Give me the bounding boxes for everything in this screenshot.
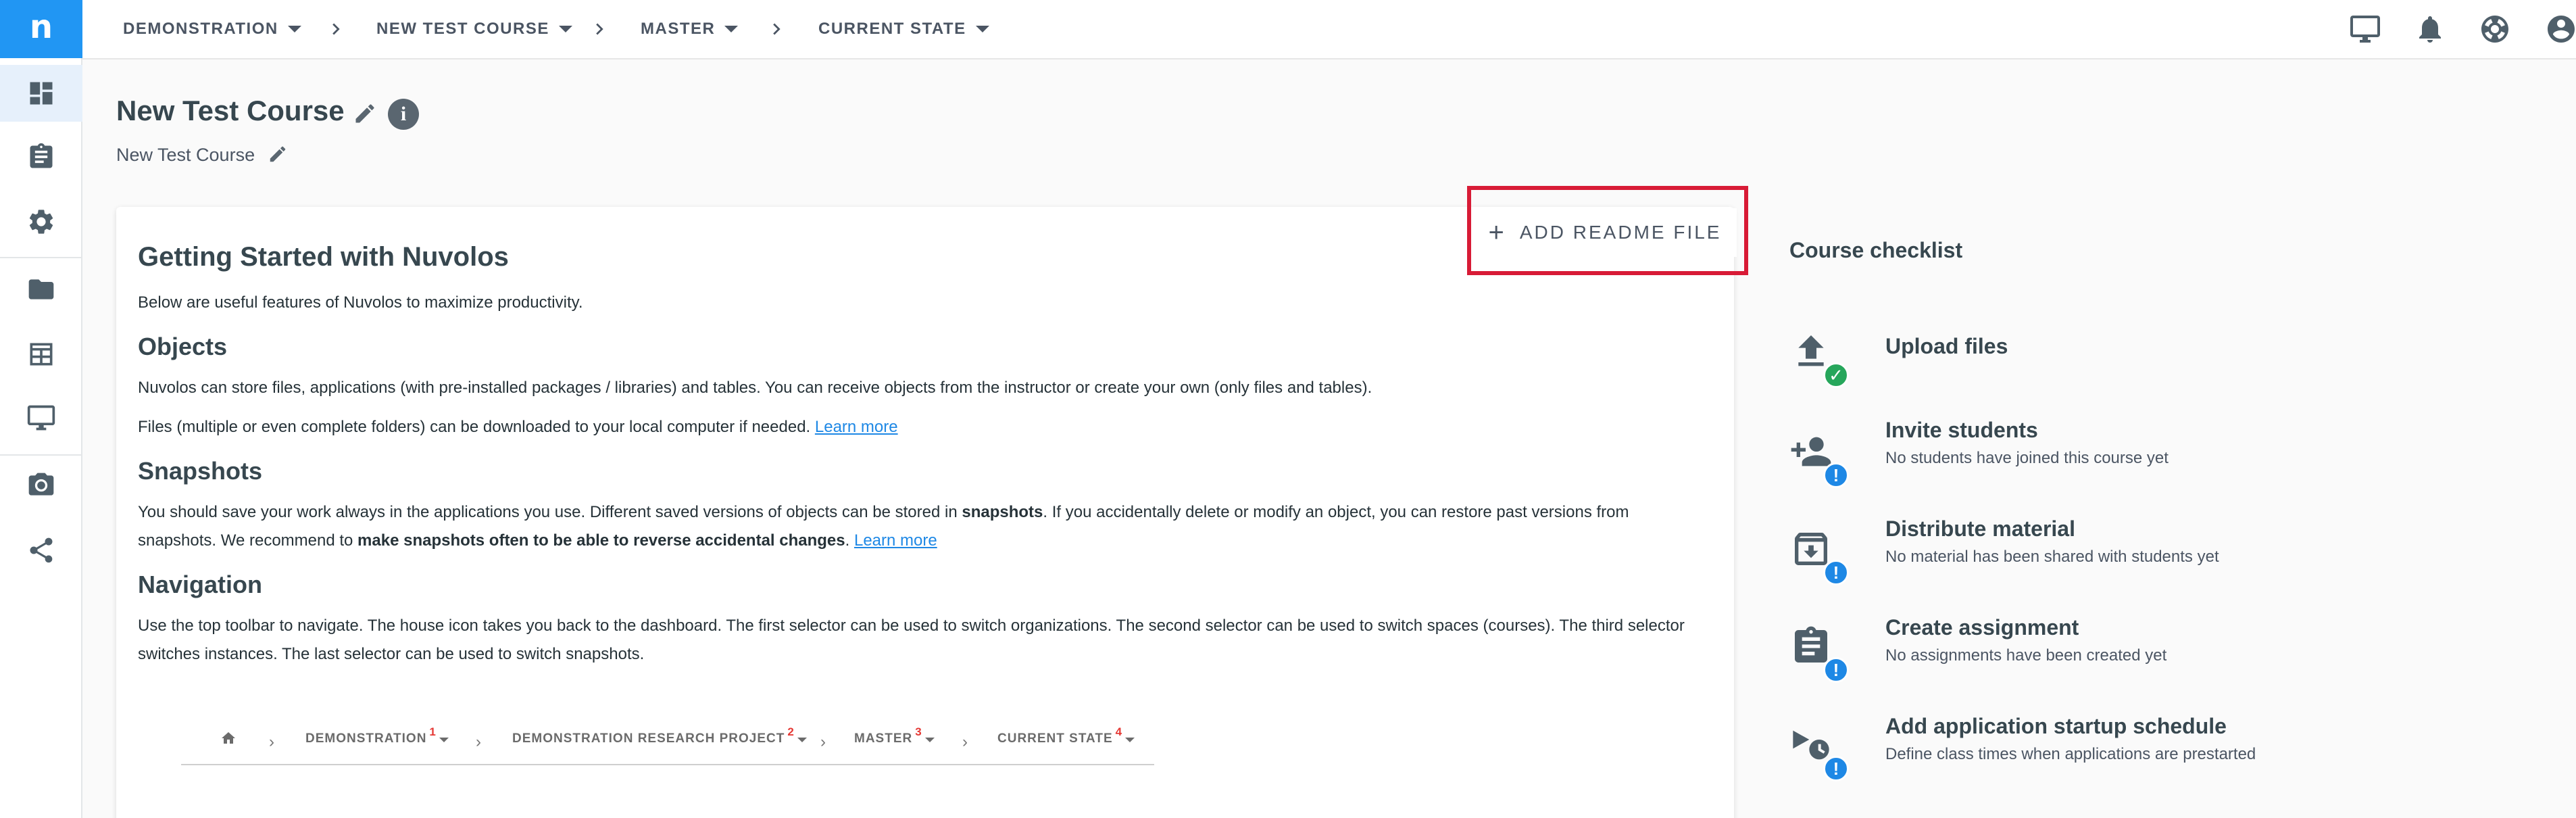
demo-instance-selector: MASTER 3 <box>854 725 935 746</box>
account-icon[interactable] <box>2545 13 2576 45</box>
edit-subtitle-icon[interactable] <box>268 144 288 164</box>
chevron-right-icon <box>765 18 788 41</box>
chevron-down-icon <box>724 26 739 32</box>
share-icon[interactable] <box>0 522 82 579</box>
home-icon <box>220 730 237 746</box>
monitor-icon[interactable] <box>2349 13 2381 45</box>
checklist-item-subtitle: No students have joined this course yet <box>1885 449 2169 467</box>
navigation-heading: Navigation <box>138 571 263 598</box>
chevron-down-icon <box>924 738 935 742</box>
chevron-down-icon <box>439 738 449 742</box>
snapshots-bold-2: make snapshots often to be able to rever… <box>357 531 845 550</box>
schedule-icon: ! <box>1789 723 1849 781</box>
instance-selector-label: MASTER <box>641 20 716 38</box>
folder-icon[interactable] <box>0 261 82 318</box>
learn-more-link[interactable]: Learn more <box>854 531 937 550</box>
snapshot-selector-label: CURRENT STATE <box>818 20 966 38</box>
dashboard-icon[interactable] <box>0 65 82 122</box>
bell-icon[interactable] <box>2414 13 2446 45</box>
objects-paragraph-2-text: Files (multiple or even complete folders… <box>138 418 811 436</box>
chevron-right-icon: › <box>962 733 968 751</box>
table-icon[interactable] <box>0 326 82 383</box>
camera-icon[interactable] <box>0 457 82 514</box>
rail-divider <box>0 257 82 258</box>
assignment-icon[interactable] <box>0 128 82 185</box>
logo-letter: n <box>29 8 53 46</box>
chevron-down-icon <box>287 26 301 32</box>
snapshots-bold-1: snapshots <box>962 503 1043 521</box>
demo-org-number: 1 <box>429 725 437 738</box>
rail-divider <box>0 454 82 456</box>
demo-org-label: DEMONSTRATION <box>305 731 427 746</box>
check-icon: ✓ <box>1823 362 1849 388</box>
org-selector-label: DEMONSTRATION <box>123 20 278 38</box>
demo-instance-number: 3 <box>915 725 922 738</box>
instance-selector[interactable]: MASTER <box>641 0 739 58</box>
space-selector[interactable]: NEW TEST COURSE <box>376 0 572 58</box>
assignment-icon: ! <box>1789 625 1849 683</box>
learn-more-link[interactable]: Learn more <box>815 418 898 436</box>
checklist-item-subtitle: No assignments have been created yet <box>1885 646 2167 665</box>
alert-icon: ! <box>1823 756 1849 781</box>
chevron-down-icon <box>1125 738 1135 742</box>
highlight-box <box>1467 186 1748 275</box>
demo-instance-label: MASTER <box>854 731 913 746</box>
checklist-item-title[interactable]: Upload files <box>1885 334 2008 359</box>
chevron-right-icon: › <box>476 733 481 751</box>
monitor-icon[interactable] <box>0 389 82 446</box>
add-person-icon: ! <box>1789 430 1849 488</box>
demo-space-label: DEMONSTRATION RESEARCH PROJECT <box>512 731 785 746</box>
edit-title-icon[interactable] <box>353 101 377 126</box>
alert-icon: ! <box>1823 462 1849 488</box>
checklist-item-subtitle: No material has been shared with student… <box>1885 548 2219 566</box>
demo-snapshot-selector: CURRENT STATE 4 <box>997 725 1135 746</box>
chevron-down-icon <box>558 26 572 32</box>
chevron-right-icon <box>324 18 347 41</box>
org-selector[interactable]: DEMONSTRATION <box>123 0 301 58</box>
space-selector-label: NEW TEST COURSE <box>376 20 549 38</box>
navigation-paragraph: Use the top toolbar to navigate. The hou… <box>138 617 1685 663</box>
nuvolos-logo[interactable]: n <box>0 0 82 58</box>
objects-paragraph-2: Files (multiple or even complete folders… <box>138 413 1706 441</box>
demo-snapshot-label: CURRENT STATE <box>997 731 1113 746</box>
navigation-demo-image: › DEMONSTRATION 1 › DEMONSTRATION RESEARC… <box>181 717 1154 765</box>
settings-icon[interactable] <box>0 193 82 250</box>
snapshots-text-a: You should save your work always in the … <box>138 503 962 521</box>
chevron-right-icon <box>588 18 611 41</box>
demo-snapshot-number: 4 <box>1115 725 1123 738</box>
page-subtitle: New Test Course <box>116 145 255 165</box>
demo-space-selector: DEMONSTRATION RESEARCH PROJECT 2 <box>512 725 807 746</box>
top-bar: DEMONSTRATION NEW TEST COURSE MASTER CUR… <box>82 0 2576 59</box>
chevron-right-icon: › <box>820 733 826 751</box>
checklist-item-title[interactable]: Invite students <box>1885 418 2038 443</box>
lifebuoy-icon[interactable] <box>2479 13 2511 45</box>
snapshots-paragraph: You should save your work always in the … <box>138 498 1706 555</box>
alert-icon: ! <box>1823 560 1849 585</box>
demo-space-number: 2 <box>787 725 795 738</box>
chevron-down-icon <box>975 26 989 32</box>
objects-paragraph-1: Nuvolos can store files, applications (w… <box>138 379 1372 397</box>
snapshot-selector[interactable]: CURRENT STATE <box>818 0 989 58</box>
demo-org-selector: DEMONSTRATION 1 <box>305 725 449 746</box>
info-icon[interactable]: i <box>388 99 419 130</box>
upload-icon: ✓ <box>1789 330 1849 388</box>
checklist-item-subtitle: Define class times when applications are… <box>1885 745 2256 763</box>
page-title: New Test Course <box>116 95 345 126</box>
content-heading: Getting Started with Nuvolos <box>138 242 509 272</box>
alert-icon: ! <box>1823 657 1849 683</box>
chevron-right-icon: › <box>269 733 274 751</box>
intro-text: Below are useful features of Nuvolos to … <box>138 293 583 312</box>
checklist-item-title[interactable]: Add application startup schedule <box>1885 714 2227 739</box>
checklist-title: Course checklist <box>1789 238 1963 262</box>
archive-icon: ! <box>1789 527 1849 585</box>
chevron-down-icon <box>797 738 807 742</box>
objects-heading: Objects <box>138 333 228 360</box>
snapshots-text-c: . <box>845 531 850 550</box>
checklist-item-title[interactable]: Create assignment <box>1885 615 2079 640</box>
checklist-item-title[interactable]: Distribute material <box>1885 516 2075 542</box>
side-rail: n <box>0 0 82 818</box>
snapshots-heading: Snapshots <box>138 457 263 485</box>
